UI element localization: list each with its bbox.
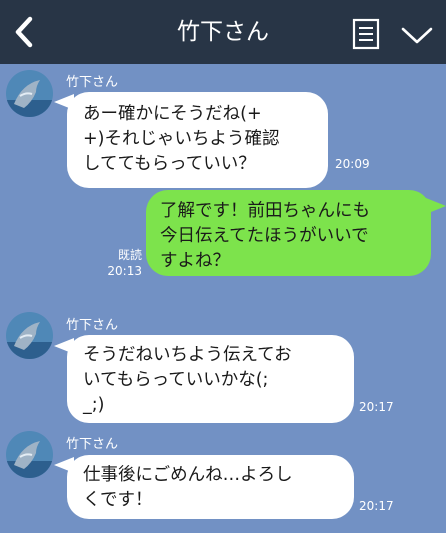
message-time: 20:09 <box>335 157 370 171</box>
read-label: 既読 <box>117 248 142 262</box>
message-line: 仕事後にごめんね…よろし <box>83 465 293 485</box>
message-bubble[interactable]: 仕事後にごめんね…よろし くです！ <box>67 455 354 519</box>
notes-icon[interactable] <box>352 18 380 50</box>
message-line: 了解です！前田ちゃんにも <box>160 201 370 221</box>
message-time: 20:17 <box>359 499 394 513</box>
message-line: くです！ <box>83 490 153 510</box>
message-line: あー確かにそうだね(+ <box>83 104 262 124</box>
sender-name: 竹下さん <box>66 318 119 333</box>
message-line: +)それじゃいちよう確認 <box>83 129 280 149</box>
message-line: 今日伝えてたほうがいいで <box>160 226 369 246</box>
chevron-down-icon[interactable] <box>400 24 434 46</box>
message-line: しててもらっていい？ <box>83 154 256 174</box>
chevron-left-icon[interactable] <box>8 14 40 50</box>
message-bubble[interactable]: そうだねいちよう伝えてお いてもらっていいかな(; _;) <box>67 335 354 423</box>
avatar[interactable] <box>6 70 53 117</box>
message-time: 20:13 <box>107 264 142 278</box>
sender-name: 竹下さん <box>66 75 119 90</box>
message-line: すよね？ <box>160 251 230 271</box>
message-line: _;) <box>83 395 105 415</box>
sender-name: 竹下さん <box>66 437 119 452</box>
message-line: いてもらっていいかな(; <box>83 370 269 390</box>
message-line: そうだねいちよう伝えてお <box>83 345 292 365</box>
avatar[interactable] <box>6 312 53 359</box>
dolphin-avatar-icon <box>6 70 53 117</box>
chat-header: 竹下さん <box>0 0 446 64</box>
avatar[interactable] <box>6 431 53 478</box>
read-receipt: 既読 20:13 <box>104 247 142 279</box>
message-bubble[interactable]: 了解です！前田ちゃんにも 今日伝えてたほうがいいで すよね？ <box>146 190 431 276</box>
dolphin-avatar-icon <box>6 431 53 478</box>
dolphin-avatar-icon <box>6 312 53 359</box>
message-time: 20:17 <box>359 400 394 414</box>
message-bubble[interactable]: あー確かにそうだね(+ +)それじゃいちよう確認 しててもらっていい？ <box>67 92 328 188</box>
bubble-tail <box>426 198 446 214</box>
